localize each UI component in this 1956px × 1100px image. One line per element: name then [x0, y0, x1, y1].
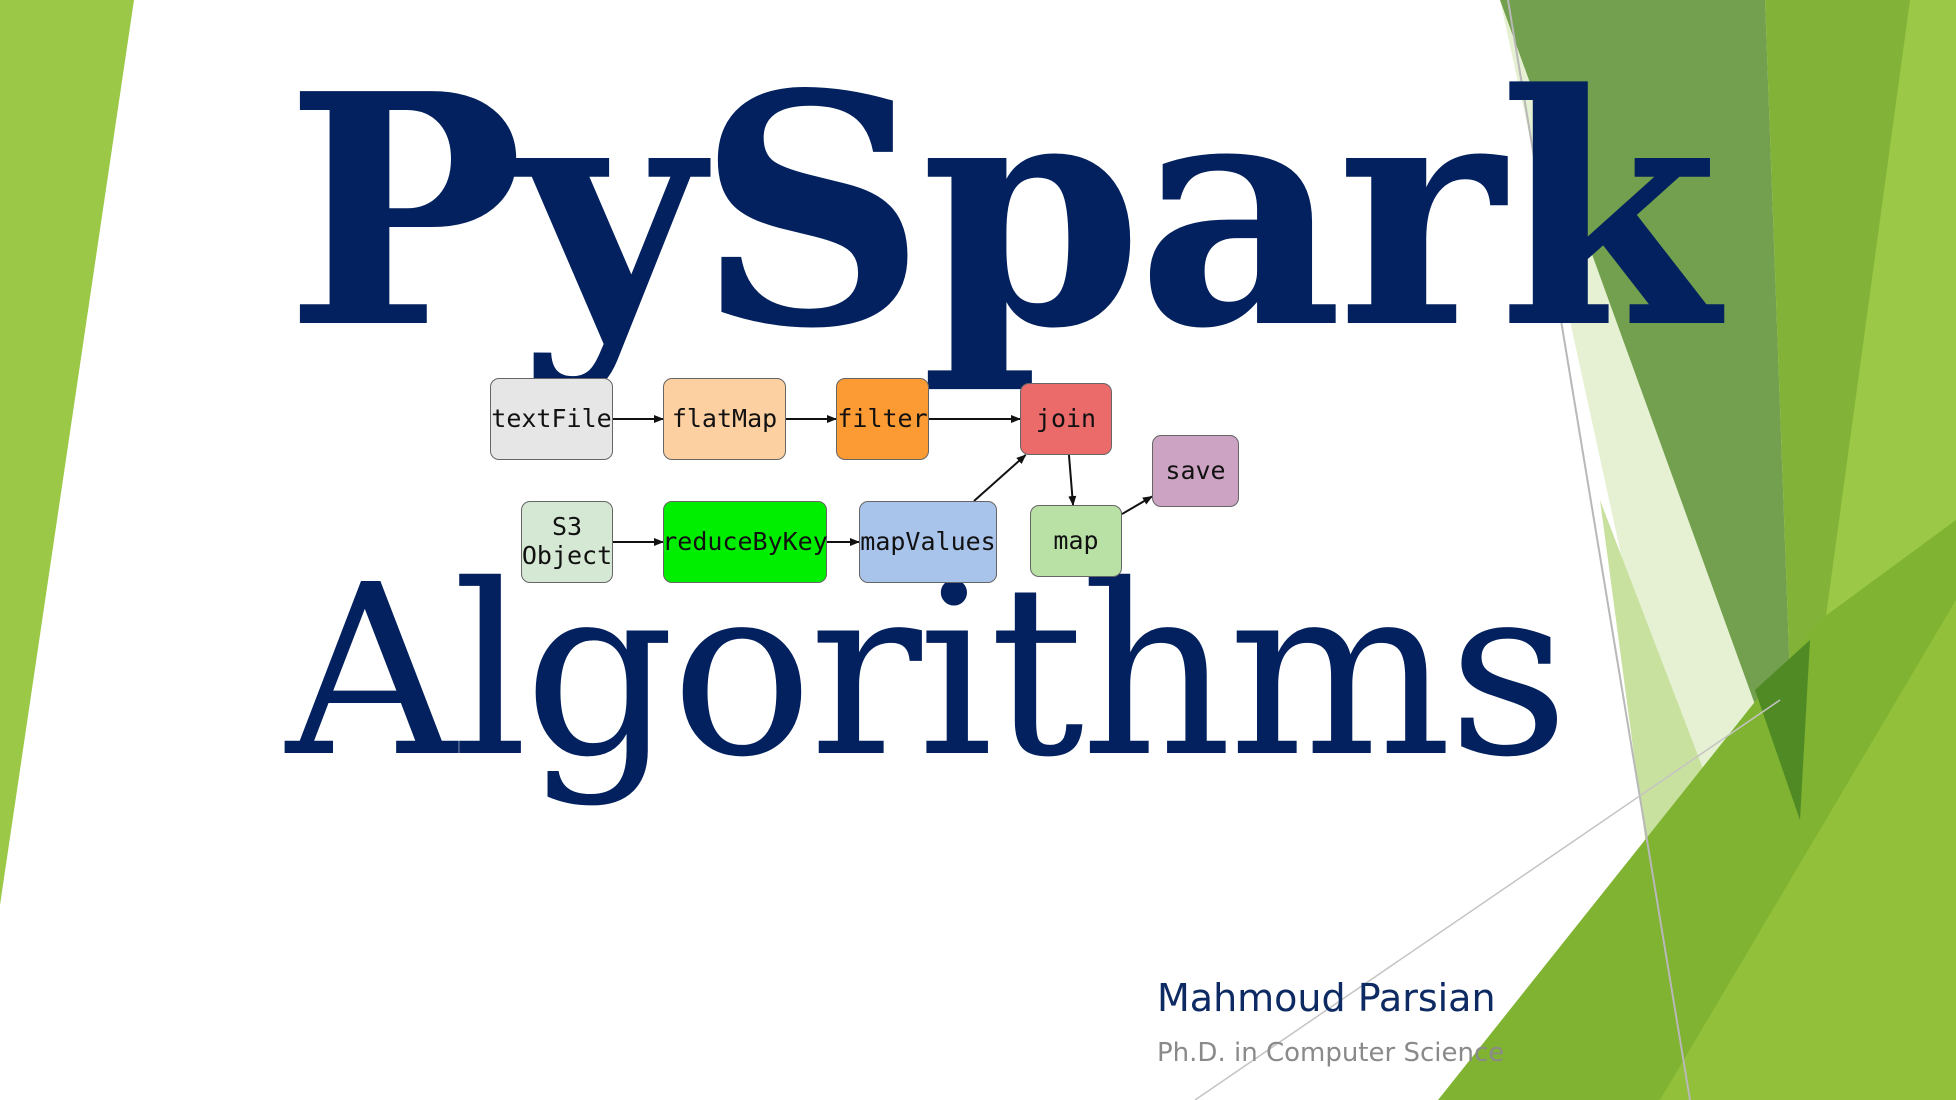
node-save: save	[1152, 435, 1239, 507]
node-flatmap: flatMap	[663, 378, 786, 460]
edge-join-to-map	[1067, 454, 1077, 506]
node-s3-object: S3 Object	[521, 501, 613, 583]
node-mapvalues: mapValues	[859, 501, 997, 583]
author-degree: Ph.D. in Computer Science	[1157, 1038, 1505, 1068]
node-join: join	[1020, 383, 1112, 455]
node-textfile: textFile	[490, 378, 613, 460]
edge-mapvalues-to-join	[973, 454, 1027, 502]
author-name: Mahmoud Parsian	[1157, 976, 1496, 1020]
node-map: map	[1030, 505, 1122, 577]
node-reducebykey: reduceByKey	[662, 501, 828, 583]
node-filter: filter	[836, 378, 929, 460]
edge-map-to-save	[1121, 495, 1153, 515]
slide: PySpark Algorithms textFile flatMap filt…	[0, 0, 1956, 1100]
